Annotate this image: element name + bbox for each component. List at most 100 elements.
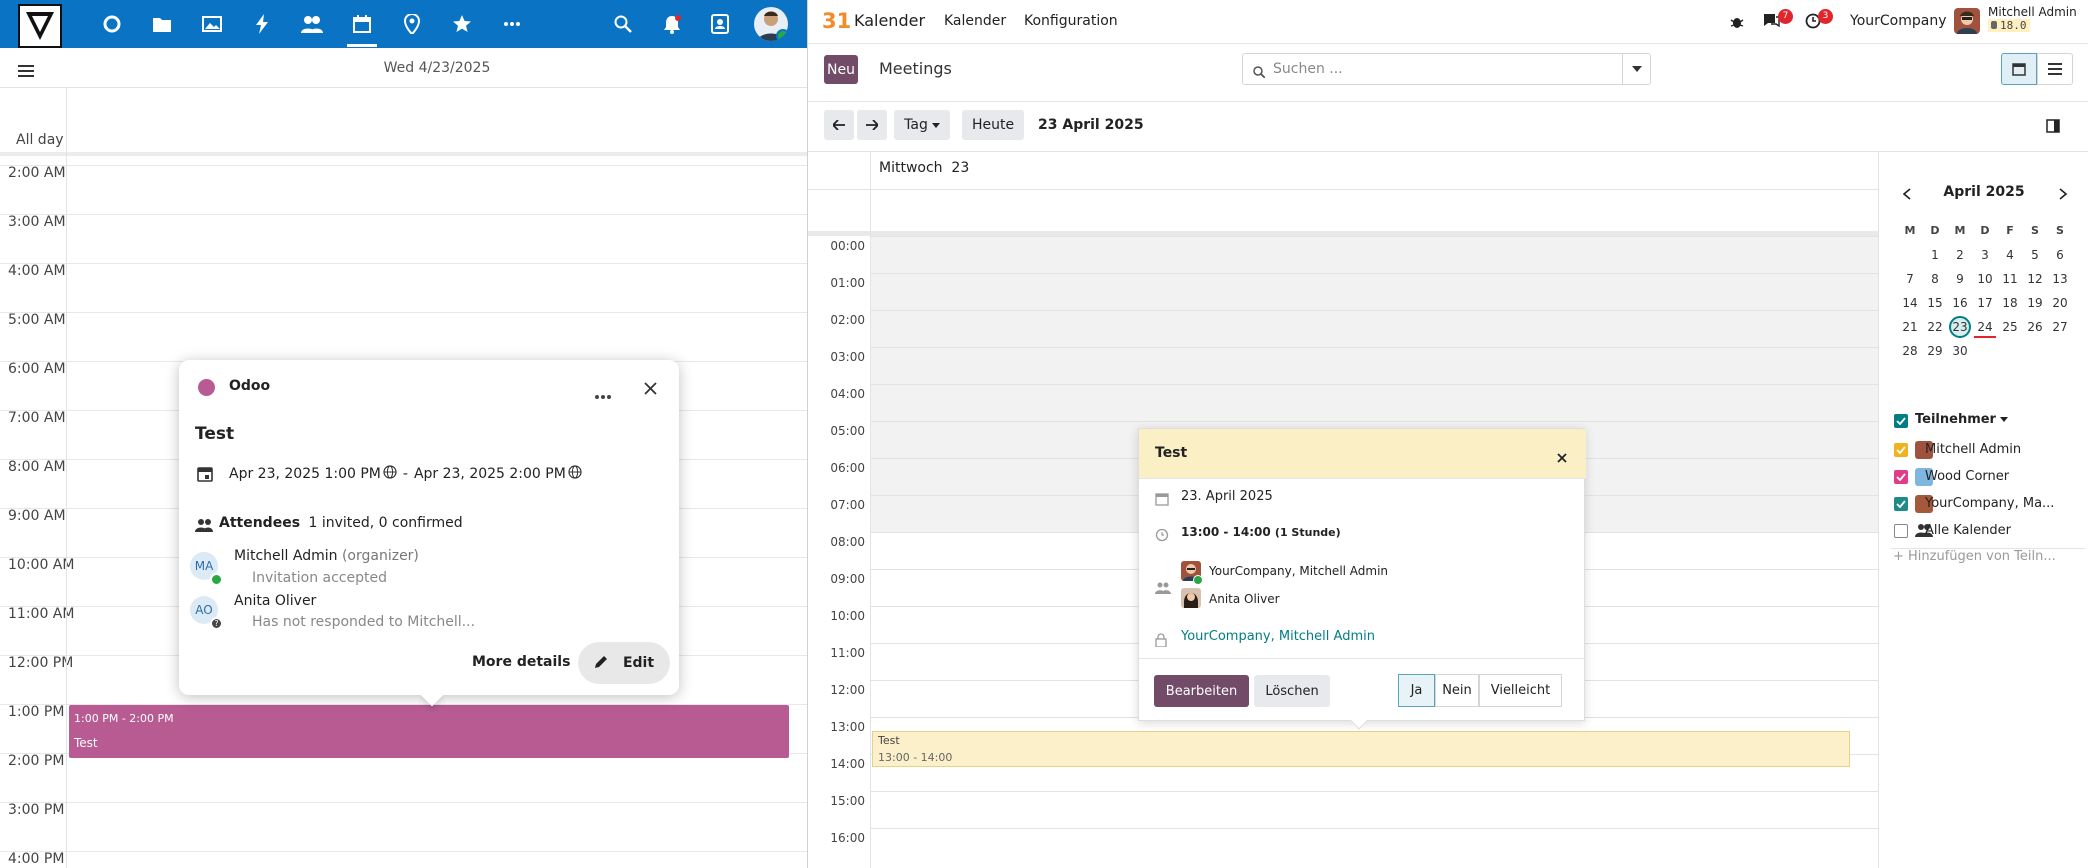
scale-dropdown[interactable]: Tag <box>894 110 950 140</box>
organizer-link[interactable]: YourCompany, Mitchell Admin <box>1181 629 1375 644</box>
mini-calendar-day[interactable]: 15 <box>1924 292 1946 314</box>
hour-row[interactable]: 2:00 AM <box>0 165 807 214</box>
circle-icon[interactable] <box>100 12 124 36</box>
hour-row[interactable] <box>870 236 1878 273</box>
calendar-app-icon[interactable]: 31 <box>822 9 851 33</box>
today-button[interactable]: Heute <box>962 110 1024 140</box>
add-attendee-link[interactable]: + Hinzufügen von Teiln... <box>1893 549 2056 564</box>
bell-icon[interactable] <box>660 12 684 36</box>
mini-calendar-day[interactable]: 14 <box>1899 292 1921 314</box>
filter-checkbox[interactable] <box>1894 524 1908 538</box>
mini-calendar-day[interactable]: 17 <box>1974 292 1996 314</box>
hour-row[interactable]: 5:00 AM <box>0 312 807 361</box>
hour-row[interactable] <box>870 273 1878 310</box>
map-pin-icon[interactable] <box>400 12 424 36</box>
calendar-view-button[interactable] <box>2001 53 2037 85</box>
mini-calendar-day[interactable]: 2 <box>1949 244 1971 266</box>
user-avatar[interactable] <box>754 7 788 41</box>
bug-icon[interactable] <box>1730 14 1744 33</box>
more-icon[interactable] <box>500 12 524 36</box>
app-logo[interactable] <box>18 4 62 48</box>
filter-label[interactable]: YourCompany, Ma... <box>1925 496 2054 511</box>
attendees-filter-header[interactable]: Teilnehmer <box>1915 412 2008 427</box>
new-button[interactable]: Neu <box>824 55 858 84</box>
filter-checkbox[interactable] <box>1894 443 1908 457</box>
rsvp-no-button[interactable]: Nein <box>1435 674 1479 707</box>
user-name[interactable]: Mitchell Admin <box>1988 5 2077 19</box>
close-icon[interactable] <box>644 380 657 399</box>
mini-calendar-day[interactable]: 4 <box>1999 244 2021 266</box>
rsvp-yes-button[interactable]: Ja <box>1398 674 1435 707</box>
mini-calendar-day[interactable]: 16 <box>1949 292 1971 314</box>
hour-row[interactable] <box>870 384 1878 421</box>
mini-calendar-day[interactable]: 22 <box>1924 316 1946 338</box>
company-switcher[interactable]: YourCompany <box>1850 13 1947 29</box>
mini-calendar-day[interactable]: 27 <box>2049 316 2071 338</box>
people-icon[interactable] <box>300 12 324 36</box>
more-details-button[interactable]: More details <box>472 654 570 670</box>
mini-calendar-day[interactable]: 1 <box>1924 244 1946 266</box>
mini-calendar-day[interactable]: 8 <box>1924 268 1946 290</box>
hamburger-menu-icon[interactable] <box>18 62 34 81</box>
calendar-icon[interactable] <box>350 12 374 36</box>
mini-calendar-day-selected[interactable]: 23 <box>1949 316 1971 338</box>
filter-checkbox[interactable] <box>1894 497 1908 511</box>
user-avatar[interactable] <box>1954 8 1980 34</box>
hour-row[interactable]: 3:00 PM <box>0 802 807 851</box>
mini-calendar-day[interactable]: 7 <box>1899 268 1921 290</box>
mini-calendar-day[interactable]: 20 <box>2049 292 2071 314</box>
hour-row[interactable] <box>870 310 1878 347</box>
next-button[interactable] <box>857 110 887 140</box>
calendar-event[interactable]: 1:00 PM - 2:00 PM Test <box>69 705 789 758</box>
app-name[interactable]: Kalender <box>854 11 925 30</box>
mini-calendar-day[interactable]: 11 <box>1999 268 2021 290</box>
filter-label[interactable]: Wood Corner <box>1925 469 2009 484</box>
search-options-toggle[interactable] <box>1622 54 1650 84</box>
menu-konfiguration[interactable]: Konfiguration <box>1024 13 1118 29</box>
mini-calendar-day[interactable]: 30 <box>1949 340 1971 362</box>
mini-calendar-day[interactable]: 25 <box>1999 316 2021 338</box>
hour-row[interactable] <box>870 791 1878 828</box>
previous-button[interactable] <box>824 110 854 140</box>
filter-checkbox[interactable] <box>1894 470 1908 484</box>
hour-row[interactable]: 3:00 AM <box>0 214 807 263</box>
star-icon[interactable] <box>450 12 474 36</box>
hour-row[interactable]: 2:00 PM <box>0 753 807 802</box>
mini-calendar-day[interactable]: 28 <box>1899 340 1921 362</box>
mini-calendar-day[interactable]: 21 <box>1899 316 1921 338</box>
more-options-icon[interactable] <box>595 384 611 403</box>
mini-calendar-day[interactable]: 26 <box>2024 316 2046 338</box>
mini-calendar-day[interactable]: 6 <box>2049 244 2071 266</box>
search-icon[interactable] <box>611 12 635 36</box>
calendar-event[interactable]: Test 13:00 - 14:00 <box>872 731 1850 767</box>
image-icon[interactable] <box>200 12 224 36</box>
list-view-button[interactable] <box>2037 53 2073 85</box>
rsvp-maybe-button[interactable]: Vielleicht <box>1479 674 1562 707</box>
filter-label[interactable]: Alle Kalender <box>1925 523 2011 538</box>
mini-calendar-day[interactable]: 3 <box>1974 244 1996 266</box>
mini-calendar-day[interactable]: 18 <box>1999 292 2021 314</box>
close-icon[interactable] <box>1557 448 1567 467</box>
mini-calendar-day[interactable]: 9 <box>1949 268 1971 290</box>
mini-calendar-day[interactable]: 13 <box>2049 268 2071 290</box>
mini-calendar-day[interactable]: 5 <box>2024 244 2046 266</box>
mini-calendar-day[interactable]: 19 <box>2024 292 2046 314</box>
mini-calendar-day[interactable]: 12 <box>2024 268 2046 290</box>
contacts-icon[interactable] <box>708 12 732 36</box>
filter-label[interactable]: Mitchell Admin <box>1925 442 2021 457</box>
search-bar[interactable]: Suchen ... <box>1242 53 1651 85</box>
sidebar-toggle-icon[interactable] <box>2046 118 2060 137</box>
attendees-filter-checkbox[interactable] <box>1894 414 1908 428</box>
hour-row[interactable] <box>870 828 1878 865</box>
mini-calendar-day[interactable]: 24 <box>1974 316 1996 338</box>
mini-calendar-day[interactable]: 10 <box>1974 268 1996 290</box>
folder-icon[interactable] <box>150 12 174 36</box>
next-month-icon[interactable] <box>2059 185 2068 204</box>
hour-row[interactable] <box>870 347 1878 384</box>
delete-button[interactable]: Löschen <box>1254 675 1330 707</box>
hour-row[interactable]: 4:00 AM <box>0 263 807 312</box>
lightning-icon[interactable] <box>250 12 274 36</box>
edit-button[interactable]: Bearbeiten <box>1154 675 1249 707</box>
edit-button[interactable]: Edit <box>578 642 670 684</box>
menu-kalender[interactable]: Kalender <box>944 13 1006 29</box>
